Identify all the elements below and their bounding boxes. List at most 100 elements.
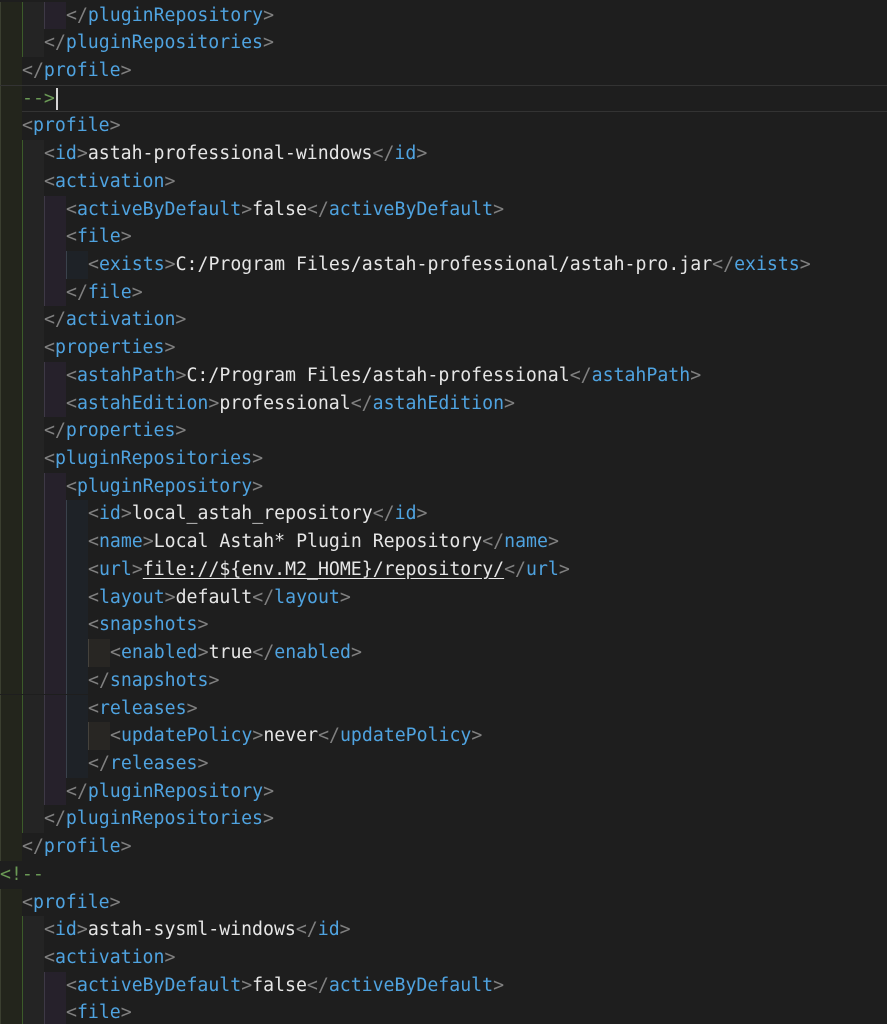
comment-token: <!-- bbox=[0, 863, 44, 885]
code-line[interactable]: </pluginRepositories> bbox=[0, 805, 887, 834]
code-line[interactable]: </snapshots> bbox=[0, 666, 887, 695]
code-line[interactable]: <profile> bbox=[0, 112, 887, 141]
tag-name: enabled bbox=[120, 642, 198, 664]
tag-bracket: < bbox=[66, 392, 77, 414]
code-line[interactable]: <enabled>true</enabled> bbox=[0, 639, 887, 667]
code-line[interactable]: <file> bbox=[0, 999, 887, 1024]
tag-bracket: < bbox=[88, 253, 99, 275]
code-line[interactable]: </activation> bbox=[0, 306, 887, 335]
indent-guide bbox=[0, 611, 22, 640]
indent-guide bbox=[22, 777, 44, 806]
code-line[interactable]: </releases> bbox=[0, 749, 887, 778]
indent-guide bbox=[22, 445, 44, 473]
indent-guide bbox=[0, 334, 22, 362]
code-line[interactable]: <activation> bbox=[0, 943, 887, 972]
tag-name: activeByDefault bbox=[328, 198, 494, 220]
indent-guide bbox=[44, 250, 66, 279]
tag-name: pluginRepository bbox=[87, 780, 264, 802]
code-text: </file> bbox=[66, 279, 143, 307]
code-line[interactable]: </profile> bbox=[0, 56, 887, 85]
code-line[interactable]: <releases> bbox=[0, 694, 887, 723]
tag-bracket: < bbox=[44, 448, 55, 470]
tag-name: file bbox=[76, 1002, 121, 1024]
tag-bracket: > bbox=[164, 946, 176, 968]
indent-guide bbox=[22, 167, 44, 196]
tag-name: astahEdition bbox=[372, 392, 505, 414]
text-content: true bbox=[208, 642, 253, 664]
tag-bracket: > bbox=[197, 614, 209, 636]
tag-bracket: < bbox=[88, 531, 99, 553]
code-text: <releases> bbox=[88, 695, 198, 723]
tag-bracket: < bbox=[88, 558, 99, 580]
code-line[interactable]: <exists>C:/Program Files/astah-professio… bbox=[0, 250, 887, 279]
indent-guide bbox=[0, 167, 22, 196]
text-content: Local Astah* Plugin Repository bbox=[153, 531, 483, 553]
indent-guide bbox=[0, 112, 22, 141]
tag-bracket: > bbox=[263, 808, 274, 830]
code-line[interactable]: <activeByDefault>false</activeByDefault> bbox=[0, 195, 887, 224]
code-line[interactable]: <!-- bbox=[0, 861, 887, 889]
code-text: <activation> bbox=[44, 944, 175, 972]
tag-bracket: </ bbox=[44, 32, 66, 54]
code-line[interactable]: <snapshots> bbox=[0, 611, 887, 640]
text-cursor bbox=[55, 87, 58, 110]
url-link[interactable]: file://${env.M2_HOME}/repository/ bbox=[143, 559, 504, 580]
tag-name: pluginRepositories bbox=[65, 808, 264, 830]
code-line[interactable]: <properties> bbox=[0, 334, 887, 362]
indent-guide bbox=[66, 639, 88, 667]
code-line[interactable]: </pluginRepository> bbox=[0, 1, 887, 30]
tag-bracket: < bbox=[110, 642, 121, 664]
code-text: </profile> bbox=[22, 57, 132, 85]
text-content: C:/Program Files/astah-professional bbox=[186, 364, 570, 386]
code-line[interactable]: <file> bbox=[0, 223, 887, 251]
code-editor[interactable]: </pluginRepository> </pluginRepositories>… bbox=[0, 0, 887, 1024]
indent-guide bbox=[0, 528, 22, 556]
indent-guide bbox=[44, 361, 66, 390]
tag-name: layout bbox=[274, 586, 340, 608]
tag-name: file bbox=[76, 226, 121, 248]
indent-guide bbox=[22, 417, 44, 445]
indent-guide bbox=[88, 722, 110, 750]
code-line[interactable]: <pluginRepositories> bbox=[0, 445, 887, 473]
code-line[interactable]: <pluginRepository> bbox=[0, 472, 887, 501]
tag-bracket: </ bbox=[318, 725, 340, 747]
indent-guide bbox=[44, 223, 66, 251]
indent-guide bbox=[44, 777, 66, 806]
tag-bracket: > bbox=[263, 32, 274, 54]
code-line[interactable]: <id>local_astah_repository</id> bbox=[0, 500, 887, 529]
code-line[interactable]: <updatePolicy>never</updatePolicy> bbox=[0, 722, 887, 750]
code-line[interactable]: <name>Local Astah* Plugin Repository</na… bbox=[0, 528, 887, 556]
tag-name: pluginRepository bbox=[76, 475, 253, 497]
tag-name: activation bbox=[65, 309, 176, 331]
code-line[interactable]: <activeByDefault>false</activeByDefault> bbox=[0, 971, 887, 1000]
indent-guide bbox=[44, 583, 66, 612]
tag-bracket: </ bbox=[504, 558, 527, 580]
tag-bracket: < bbox=[88, 586, 99, 608]
tag-name: updatePolicy bbox=[120, 725, 253, 747]
indent-guide bbox=[44, 722, 66, 750]
code-line[interactable]: </properties> bbox=[0, 417, 887, 445]
code-line[interactable]: <astahPath>C:/Program Files/astah-profes… bbox=[0, 361, 887, 390]
indent-guide bbox=[0, 943, 22, 972]
tag-name: id bbox=[54, 143, 77, 165]
code-line[interactable]: </file> bbox=[0, 278, 887, 307]
tag-bracket: </ bbox=[22, 836, 44, 858]
tag-name: snapshots bbox=[98, 614, 198, 636]
tag-bracket: > bbox=[252, 725, 264, 747]
indent-guide bbox=[22, 361, 44, 390]
code-line[interactable]: <activation> bbox=[0, 167, 887, 196]
code-line[interactable]: <id>astah-sysml-windows</id> bbox=[0, 916, 887, 944]
code-line[interactable]: <astahEdition>professional</astahEdition… bbox=[0, 389, 887, 418]
code-line[interactable]: </pluginRepository> bbox=[0, 777, 887, 806]
code-line[interactable]: </profile> bbox=[0, 833, 887, 861]
tag-bracket: </ bbox=[66, 780, 88, 802]
code-line[interactable]: --> bbox=[0, 84, 887, 114]
code-line[interactable]: <id>astah-professional-windows</id> bbox=[0, 140, 887, 168]
code-line[interactable]: <profile> bbox=[0, 888, 887, 917]
tag-name: astahPath bbox=[76, 364, 176, 386]
code-line[interactable]: <url>file://${env.M2_HOME}/repository/</… bbox=[0, 555, 887, 584]
indent-guide bbox=[0, 694, 22, 723]
tag-bracket: < bbox=[66, 364, 77, 386]
code-line[interactable]: </pluginRepositories> bbox=[0, 29, 887, 57]
code-line[interactable]: <layout>default</layout> bbox=[0, 583, 887, 612]
